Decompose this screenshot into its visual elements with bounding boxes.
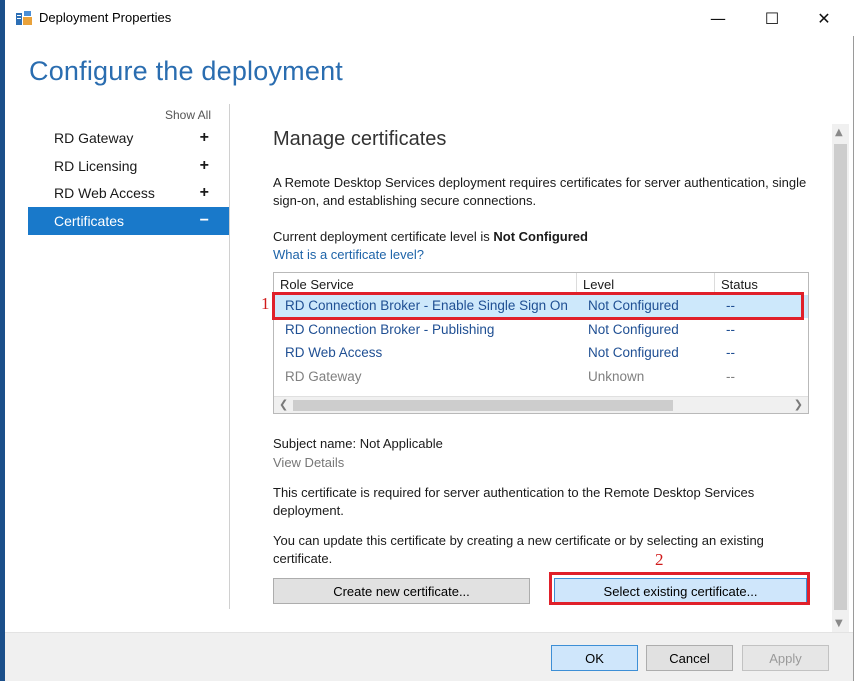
certificate-level-link-wrap: What is a certificate level?	[273, 246, 809, 264]
update-certificate-text: You can update this certificate by creat…	[273, 533, 764, 566]
annotation-box-1	[272, 292, 804, 320]
collapse-icon: −	[199, 212, 209, 229]
certificates-panel: Manage certificates A Remote Desktop Ser…	[273, 104, 828, 609]
cancel-button[interactable]: Cancel	[646, 645, 733, 671]
view-details-link[interactable]: View Details	[273, 455, 344, 470]
sidebar-item-label: RD Web Access	[54, 185, 155, 201]
sidebar-item-label: RD Licensing	[54, 158, 138, 174]
sidebar-item-certificates[interactable]: Certificates −	[28, 207, 229, 235]
level-cell: Not Configured	[588, 322, 679, 337]
close-icon: ✕	[817, 8, 831, 28]
horizontal-scrollbar[interactable]: ❮ ❯	[274, 396, 808, 413]
status-cell: --	[726, 369, 735, 384]
sidebar-item-rd-gateway[interactable]: RD Gateway +	[28, 124, 229, 152]
annotation-box-2	[549, 572, 810, 605]
sidebar-item-label: RD Gateway	[54, 130, 134, 146]
maximize-icon: ☐	[764, 8, 780, 28]
sidebar-nav: Show All RD Gateway + RD Licensing + RD …	[28, 104, 230, 609]
role-cell: RD Web Access	[285, 345, 383, 360]
scroll-up-icon[interactable]: ▲	[835, 127, 843, 138]
table-row[interactable]: RD Connection Broker - Publishing Not Co…	[274, 319, 808, 342]
create-new-certificate-button[interactable]: Create new certificate...	[273, 578, 530, 604]
expand-icon: +	[199, 184, 209, 201]
level-cell: Not Configured	[588, 345, 679, 360]
table-row[interactable]: RD Web Access Not Configured --	[274, 342, 808, 365]
scroll-right-icon[interactable]: ❯	[794, 398, 803, 411]
status-cell: --	[726, 322, 735, 337]
scrollbar-thumb[interactable]	[293, 400, 673, 411]
sidebar-item-label: Certificates	[54, 213, 125, 229]
status-cell: --	[726, 345, 735, 360]
certificate-level-value: Not Configured	[493, 229, 588, 244]
section-title: Manage certificates	[273, 128, 447, 150]
intro-text: A Remote Desktop Services deployment req…	[273, 175, 807, 208]
annotation-number-1: 1	[261, 294, 270, 313]
certificate-level-link[interactable]: What is a certificate level?	[273, 247, 424, 262]
vertical-scrollbar[interactable]: ▲ ▼	[832, 124, 849, 632]
window-title: Deployment Properties	[39, 10, 172, 25]
scrollbar-thumb[interactable]	[834, 144, 847, 610]
minimize-button[interactable]: —	[695, 0, 741, 36]
table-row[interactable]: RD Gateway Unknown --	[274, 366, 808, 389]
sidebar-item-rd-licensing[interactable]: RD Licensing +	[28, 152, 229, 180]
certificate-level-prefix: Current deployment certificate level is	[273, 229, 494, 244]
maximize-button[interactable]: ☐	[749, 0, 795, 36]
annotation-number-2: 2	[655, 550, 664, 569]
title-bar: Deployment Properties — ☐ ✕	[5, 0, 854, 36]
certificate-required-text: This certificate is required for server …	[273, 485, 755, 518]
level-cell: Unknown	[588, 369, 645, 384]
expand-icon: +	[199, 157, 209, 174]
minimize-icon: —	[710, 8, 726, 28]
subject-name-text: Subject name: Not Applicable	[273, 436, 443, 451]
close-button[interactable]: ✕	[801, 0, 847, 36]
scroll-left-icon[interactable]: ❮	[279, 398, 288, 411]
role-cell: RD Gateway	[285, 369, 362, 384]
certificate-level-text: Current deployment certificate level is …	[273, 228, 809, 246]
ok-button[interactable]: OK	[551, 645, 638, 671]
page-title: Configure the deployment	[29, 56, 343, 86]
sidebar-item-rd-web-access[interactable]: RD Web Access +	[28, 179, 229, 207]
deployment-properties-window: Deployment Properties — ☐ ✕ Configure th…	[5, 0, 854, 681]
server-manager-icon	[16, 11, 32, 25]
scroll-down-icon[interactable]: ▼	[835, 618, 843, 629]
dialog-footer: OK Cancel Apply	[5, 632, 853, 681]
role-cell: RD Connection Broker - Publishing	[285, 322, 495, 337]
show-all-link[interactable]: Show All	[165, 108, 211, 122]
expand-icon: +	[199, 129, 209, 146]
apply-button[interactable]: Apply	[742, 645, 829, 671]
view-details-wrap: View Details	[273, 454, 809, 472]
